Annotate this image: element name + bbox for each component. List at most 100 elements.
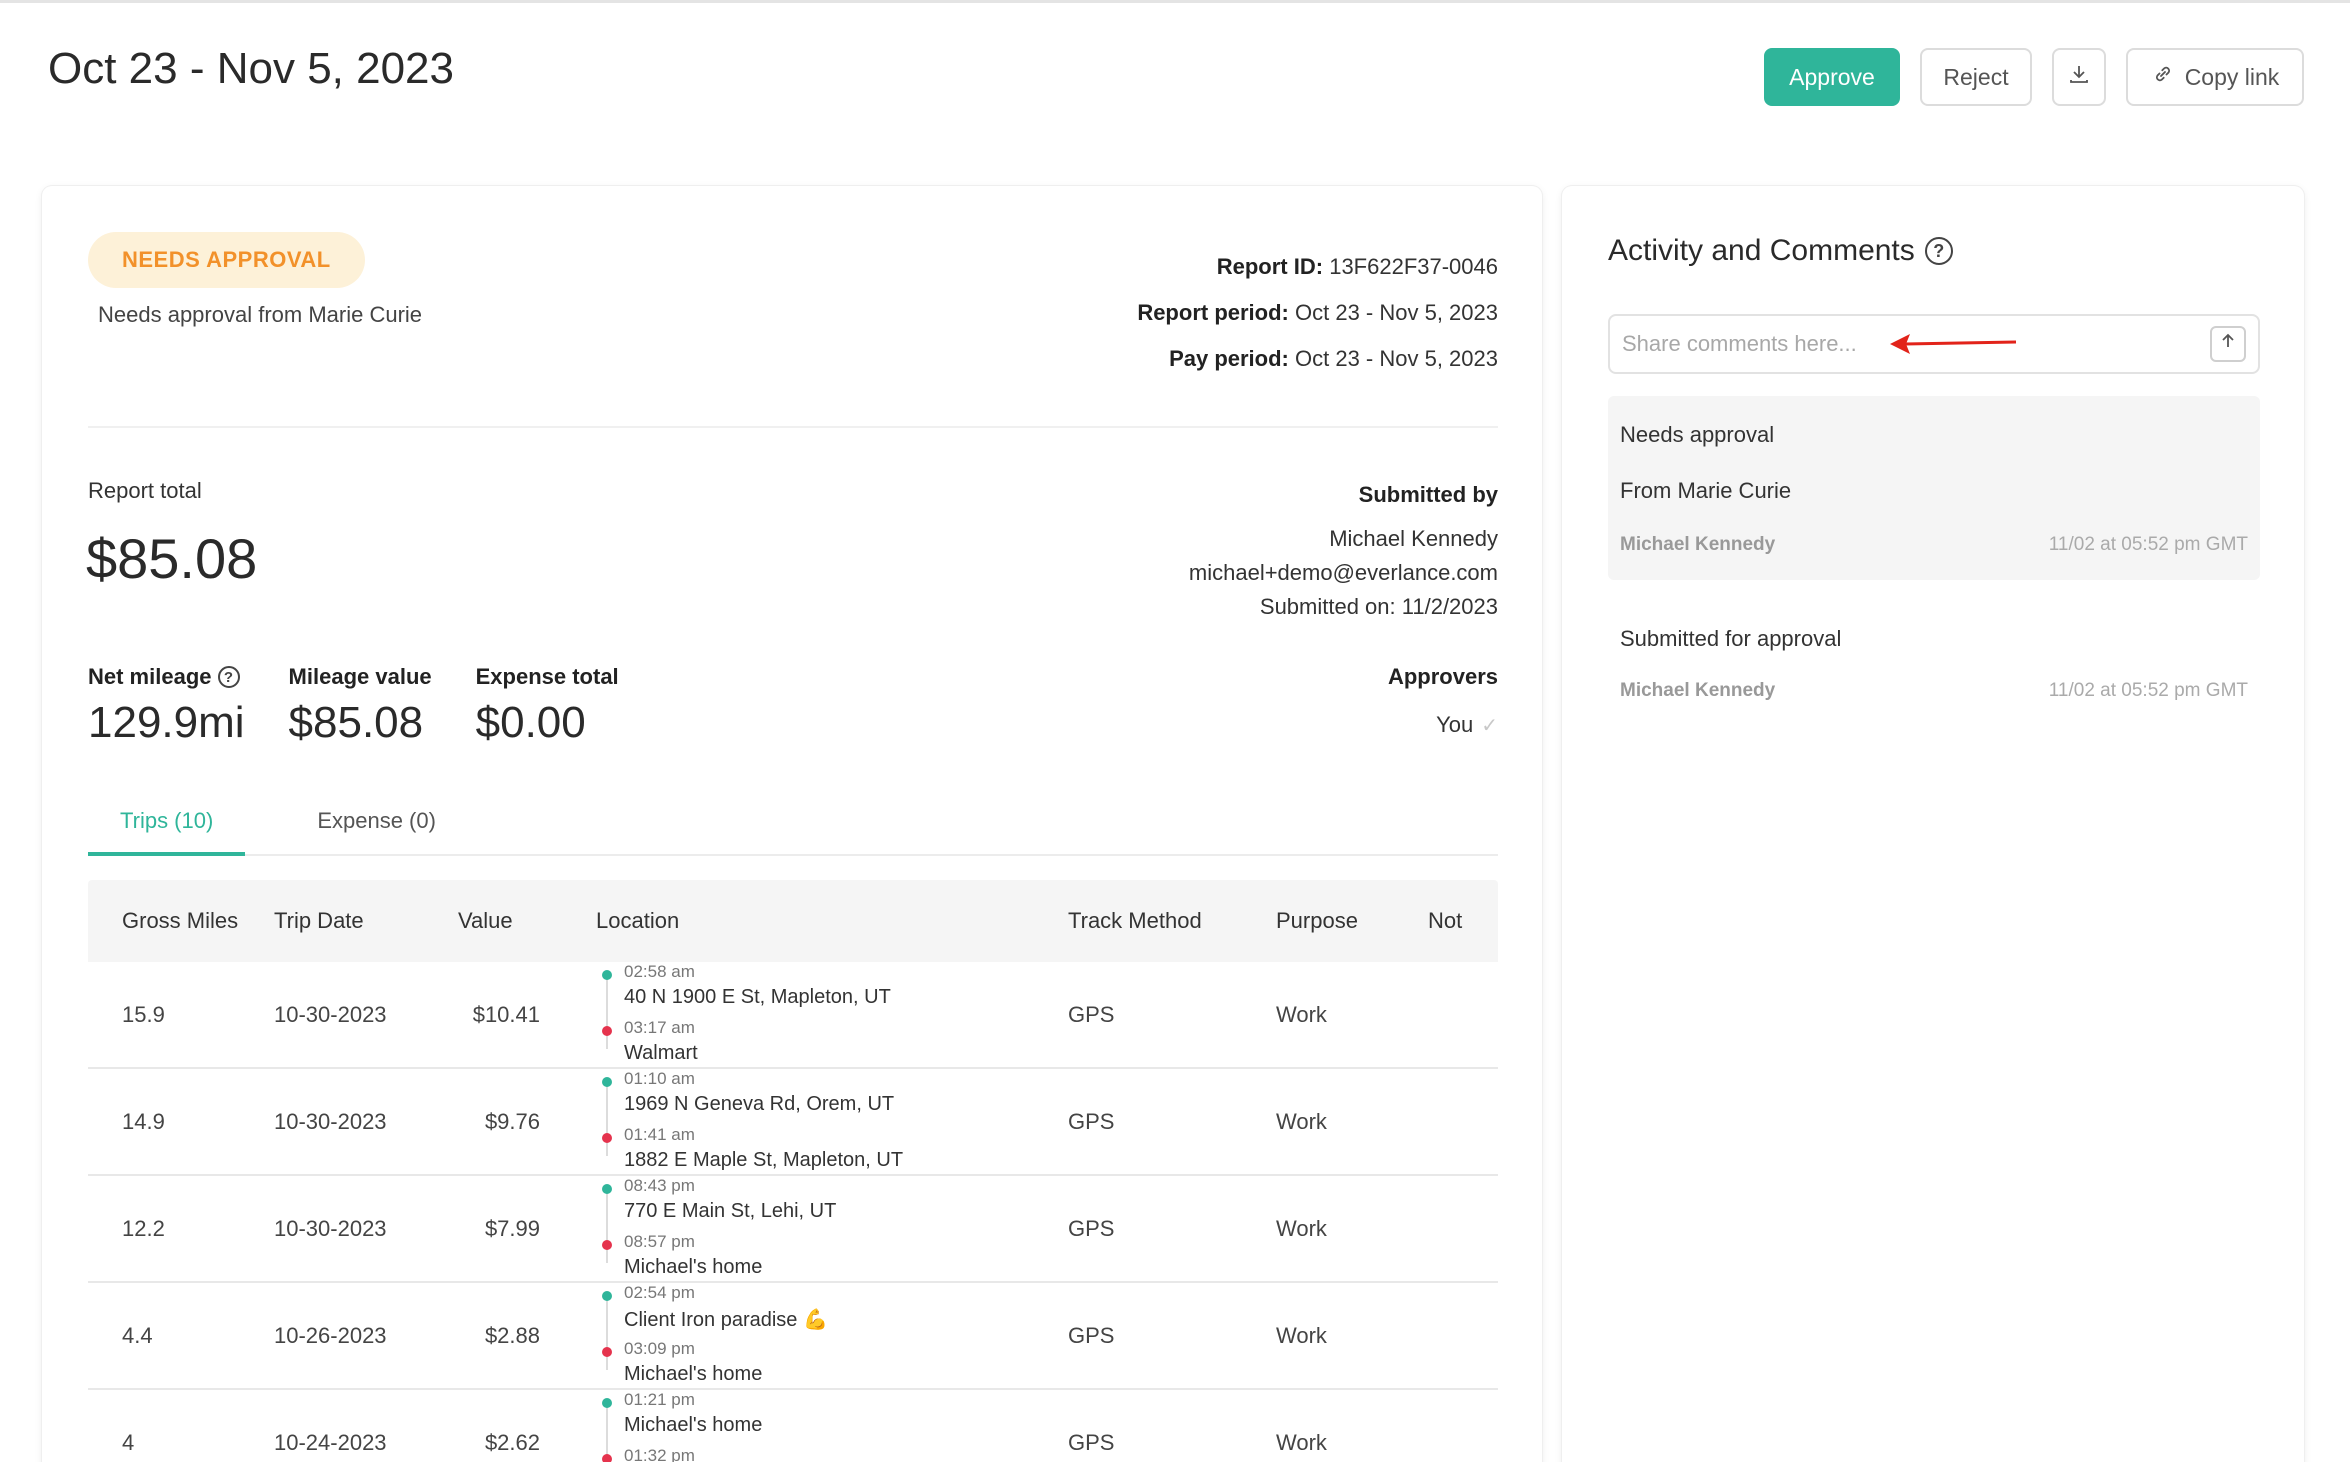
- value-cell: $7.99: [484, 1215, 540, 1241]
- purpose-cell: Work: [1276, 1108, 1327, 1134]
- table-row[interactable]: 12.2 10-30-2023 $7.99 08:43 pm 770 E Mai…: [88, 1176, 1498, 1283]
- copy-link-button[interactable]: Copy link: [2126, 48, 2304, 106]
- gross-miles-cell: 4: [122, 1429, 135, 1455]
- value-cell: $2.62: [484, 1429, 540, 1455]
- start-dot: [602, 1291, 612, 1301]
- activity-item-user: Michael Kennedy: [1620, 680, 1776, 701]
- start-time: 02:54 pm: [624, 1283, 695, 1302]
- table-header: Gross Miles Trip Date Value Location Tra…: [88, 880, 1498, 962]
- purpose-cell: Work: [1276, 1322, 1327, 1348]
- end-time: 08:57 pm: [624, 1232, 695, 1251]
- needs-approval-from: Needs approval from Marie Curie: [98, 302, 423, 327]
- activity-card: Activity and Comments ? Needs approval F…: [1562, 186, 2304, 1462]
- start-time: 08:43 pm: [624, 1176, 695, 1195]
- end-location: 1882 E Maple St, Mapleton, UT: [624, 1149, 904, 1171]
- gross-miles-cell: 14.9: [122, 1108, 165, 1134]
- start-time: 02:58 am: [624, 962, 695, 981]
- trip-date-cell: 10-30-2023: [274, 1108, 387, 1134]
- copy-link-label: Copy link: [2184, 63, 2280, 90]
- reject-button[interactable]: Reject: [1920, 48, 2032, 106]
- send-comment-button[interactable]: [2210, 326, 2246, 362]
- table-row[interactable]: 4.4 10-26-2023 $2.88 02:54 pm Client Iro…: [88, 1283, 1498, 1390]
- table-row[interactable]: 14.9 10-30-2023 $9.76 01:10 am 1969 N Ge…: [88, 1069, 1498, 1176]
- pay-period-line: Pay period: Oct 23 - Nov 5, 2023: [1169, 346, 1498, 371]
- end-time: 01:41 am: [624, 1125, 695, 1144]
- trip-date-cell: 10-26-2023: [274, 1322, 387, 1348]
- end-dot: [602, 1133, 612, 1143]
- annotation-arrow-icon: [1890, 334, 2017, 354]
- location-cell: 01:21 pm Michael's home 01:32 pm: [596, 1390, 1068, 1462]
- submitter-name: Michael Kennedy: [1329, 526, 1498, 551]
- report-id: 13F622F37-0046: [1329, 254, 1498, 279]
- download-button[interactable]: [2052, 48, 2106, 106]
- purpose-cell: Work: [1276, 1001, 1327, 1027]
- report-tabs: Trips (10) Expense (0): [88, 782, 1498, 856]
- end-dot: [602, 1347, 612, 1357]
- report-stats: Net mileage? 129.9mi Mileage value $85.0…: [88, 664, 619, 748]
- end-dot: [602, 1026, 612, 1036]
- tab-trips[interactable]: Trips (10): [88, 782, 246, 856]
- start-dot: [602, 1398, 612, 1408]
- column-header[interactable]: Purpose: [1276, 908, 1428, 934]
- report-total: $85.08: [86, 527, 258, 590]
- table-row[interactable]: 15.9 10-30-2023 $10.41 02:58 am 40 N 190…: [88, 962, 1498, 1069]
- activity-item-user: Michael Kennedy: [1620, 534, 1776, 555]
- activity-item-time: 11/02 at 05:52 pm GMT: [2048, 534, 2248, 555]
- trips-table: Gross Miles Trip Date Value Location Tra…: [88, 880, 1498, 1462]
- location-cell: 02:54 pm Client Iron paradise 💪 03:09 pm…: [596, 1283, 1068, 1388]
- header-actions: Approve Reject Copy link: [1764, 48, 2304, 106]
- start-location: 1969 N Geneva Rd, Orem, UT: [624, 1093, 895, 1115]
- activity-item: Needs approval From Marie Curie Michael …: [1608, 396, 2260, 580]
- column-header[interactable]: Not: [1428, 908, 1498, 934]
- trip-date-cell: 10-30-2023: [274, 1215, 387, 1241]
- end-time: 03:17 am: [624, 1018, 695, 1037]
- column-header[interactable]: Value: [458, 908, 596, 934]
- track-method-cell: GPS: [1068, 1429, 1115, 1455]
- gross-miles-cell: 15.9: [122, 1001, 165, 1027]
- start-location: Michael's home: [624, 1414, 763, 1436]
- page-title: Oct 23 - Nov 5, 2023: [48, 44, 454, 93]
- net-mileage-label: Net mileage: [88, 664, 212, 689]
- column-header[interactable]: Track Method: [1068, 908, 1276, 934]
- approver-entry: You ✓: [1388, 712, 1498, 738]
- tab-expense[interactable]: Expense (0): [285, 782, 468, 856]
- end-location: Walmart: [624, 1042, 698, 1064]
- track-method-cell: GPS: [1068, 1322, 1115, 1348]
- start-location: 40 N 1900 E St, Mapleton, UT: [624, 986, 891, 1008]
- purpose-cell: Work: [1276, 1429, 1327, 1455]
- trip-date-cell: 10-24-2023: [274, 1429, 387, 1455]
- activity-item-time: 11/02 at 05:52 pm GMT: [2048, 680, 2248, 701]
- top-border: [0, 0, 2350, 3]
- net-mileage-stat: Net mileage? 129.9mi: [88, 664, 245, 748]
- report-id-line: Report ID: 13F622F37-0046: [1216, 254, 1498, 279]
- location-cell: 02:58 am 40 N 1900 E St, Mapleton, UT 03…: [596, 962, 1068, 1067]
- start-dot: [602, 1184, 612, 1194]
- report-total-label: Report total: [88, 478, 202, 503]
- activity-title-text: Activity and Comments: [1608, 234, 1915, 267]
- approvers-section: Approvers You ✓: [1388, 664, 1498, 738]
- column-header[interactable]: Location: [596, 908, 1068, 934]
- end-location: Michael's home: [624, 1256, 763, 1278]
- location-cell: 08:43 pm 770 E Main St, Lehi, UT 08:57 p…: [596, 1176, 1068, 1281]
- table-row[interactable]: 4 10-24-2023 $2.62 01:21 pm Michael's ho…: [88, 1390, 1498, 1462]
- start-time: 01:21 pm: [624, 1390, 695, 1409]
- submitted-on: Submitted on: 11/2/2023: [1259, 594, 1498, 619]
- help-icon[interactable]: ?: [1924, 237, 1953, 265]
- report-period-line: Report period: Oct 23 - Nov 5, 2023: [1137, 300, 1498, 325]
- route-line: [606, 976, 608, 1049]
- approve-button[interactable]: Approve: [1764, 48, 1900, 106]
- track-method-cell: GPS: [1068, 1001, 1115, 1027]
- start-time: 01:10 am: [624, 1069, 695, 1088]
- route-line: [606, 1083, 608, 1156]
- report-period: Oct 23 - Nov 5, 2023: [1295, 300, 1498, 325]
- help-icon[interactable]: ?: [217, 666, 240, 688]
- column-header[interactable]: Trip Date: [274, 908, 458, 934]
- submitted-by-section: Submitted by Michael Kennedy michael+dem…: [1189, 478, 1498, 624]
- activity-title: Activity and Comments ?: [1608, 234, 1953, 268]
- start-dot: [602, 1077, 612, 1087]
- approver-name: You: [1436, 712, 1474, 737]
- activity-item-title: Submitted for approval: [1620, 626, 1842, 651]
- trip-date-cell: 10-30-2023: [274, 1001, 387, 1027]
- end-time: 01:32 pm: [624, 1446, 695, 1462]
- column-header[interactable]: Gross Miles: [88, 908, 274, 934]
